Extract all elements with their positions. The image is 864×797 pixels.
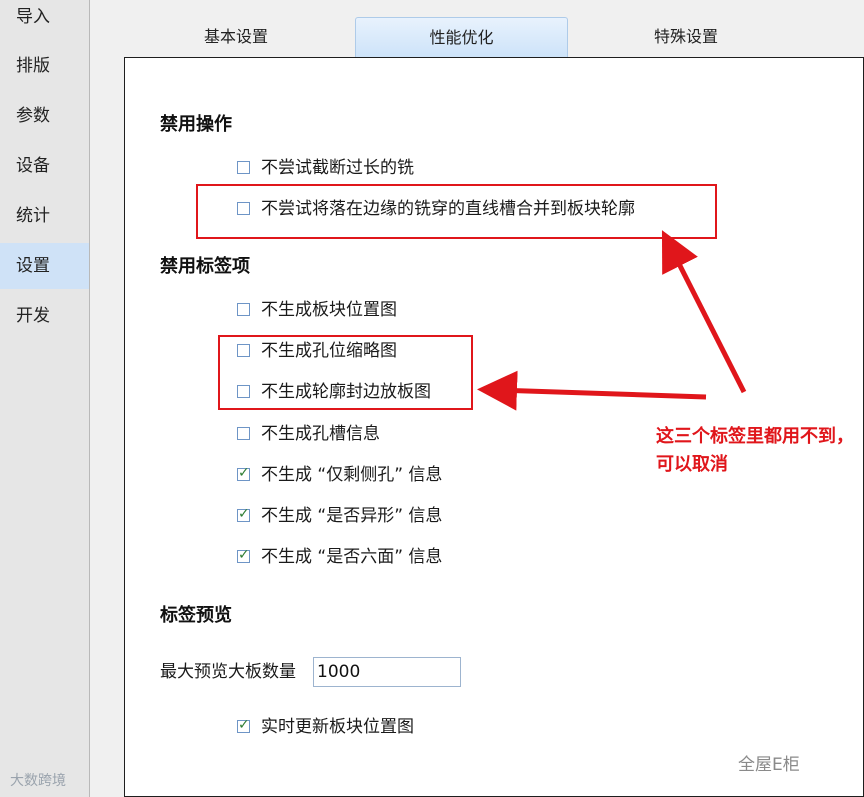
checkbox-checked[interactable]: [237, 504, 250, 524]
option-label: 不生成 “仅剩侧孔” 信息: [261, 465, 443, 485]
annotation-text: 这三个标签里都用不到，可以取消: [656, 426, 854, 475]
checkbox[interactable]: [237, 427, 250, 440]
option-label: 不生成孔槽信息: [261, 424, 380, 444]
section-title-disable-ops: 禁用操作: [160, 114, 232, 135]
section-title-label-preview: 标签预览: [160, 605, 232, 626]
checkbox-checked[interactable]: [237, 463, 250, 483]
option-label: 不生成 “是否异形” 信息: [261, 506, 443, 526]
option-label: 不尝试截断过长的铣: [261, 158, 414, 178]
checkbox-checked[interactable]: [237, 545, 250, 565]
tab-special-settings[interactable]: 特殊设置: [588, 17, 784, 57]
highlight-box-merge-slot: [196, 184, 717, 239]
sidebar-item-develop[interactable]: 开发: [0, 293, 89, 339]
highlight-box-labels: [218, 335, 473, 410]
sidebar-item-params[interactable]: 参数: [0, 93, 89, 139]
watermark-left: 大数跨境: [10, 773, 66, 789]
checkbox-checked[interactable]: [237, 715, 250, 735]
sidebar-item-import[interactable]: 导入: [0, 0, 89, 40]
max-boards-label: 最大预览大板数量: [160, 662, 296, 682]
option-label: 不生成板块位置图: [261, 300, 397, 320]
checkbox[interactable]: [237, 161, 250, 174]
sidebar-item-stats[interactable]: 统计: [0, 193, 89, 239]
watermark-right: 全屋E柜: [738, 755, 800, 775]
sidebar-item-layout[interactable]: 排版: [0, 43, 89, 89]
tab-basic-settings[interactable]: 基本设置: [138, 17, 334, 57]
section-title-disable-labels: 禁用标签项: [160, 256, 250, 277]
sidebar-item-devices[interactable]: 设备: [0, 143, 89, 189]
checkbox[interactable]: [237, 303, 250, 316]
option-label: 实时更新板块位置图: [261, 717, 414, 737]
sidebar: 导入 排版 参数 设备 统计 设置 开发: [0, 0, 90, 797]
sidebar-item-settings[interactable]: 设置: [0, 243, 89, 289]
max-boards-input[interactable]: [313, 657, 461, 687]
tab-performance[interactable]: 性能优化: [355, 17, 568, 57]
option-label: 不生成 “是否六面” 信息: [261, 547, 443, 567]
